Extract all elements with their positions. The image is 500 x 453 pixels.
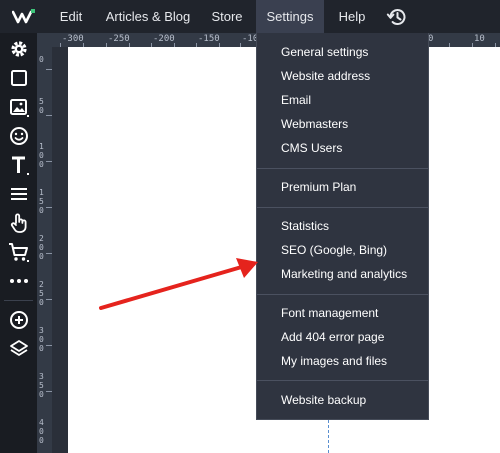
menu-articles-blog[interactable]: Articles & Blog <box>100 0 196 33</box>
menu-item-general-settings[interactable]: General settings <box>257 41 428 63</box>
menu-settings[interactable]: Settings <box>256 0 324 33</box>
menu-item-add-404-page[interactable]: Add 404 error page <box>257 326 428 348</box>
menu-divider <box>257 168 428 169</box>
menu-lines-icon[interactable] <box>7 182 31 206</box>
menu-item-marketing-analytics[interactable]: Marketing and analytics <box>257 263 428 285</box>
vruler-label: 400 <box>39 418 44 445</box>
canvas-gutter <box>52 47 68 453</box>
vruler-label: 150 <box>39 188 44 215</box>
menu-item-my-images-files[interactable]: My images and files <box>257 350 428 372</box>
menu-help[interactable]: Help <box>332 0 372 33</box>
hruler-label: -150 <box>198 34 220 44</box>
menu-divider <box>257 380 428 381</box>
menu-item-premium-plan[interactable]: Premium Plan <box>257 176 428 198</box>
vruler-label: 350 <box>39 372 44 399</box>
cart-icon[interactable] <box>7 240 31 264</box>
menu-item-font-management[interactable]: Font management <box>257 302 428 324</box>
menu-divider <box>257 207 428 208</box>
square-icon[interactable] <box>7 66 31 90</box>
menu-item-website-address[interactable]: Website address <box>257 65 428 87</box>
menu-item-email[interactable]: Email <box>257 89 428 111</box>
text-icon[interactable] <box>7 153 31 177</box>
menu-item-webmasters[interactable]: Webmasters <box>257 113 428 135</box>
red-arrow-annotation <box>99 258 258 310</box>
top-menu-bar: Edit Articles & Blog Store Settings Help <box>0 0 500 33</box>
settings-dropdown: General settings Website address Email W… <box>256 33 429 420</box>
menu-item-website-backup[interactable]: Website backup <box>257 389 428 411</box>
vruler-label: 200 <box>39 234 44 261</box>
vruler-label: 0 <box>39 55 44 64</box>
hruler-label: -300 <box>62 34 84 44</box>
left-toolbar <box>0 33 37 453</box>
hruler-label: -250 <box>108 34 130 44</box>
history-icon[interactable] <box>386 6 408 28</box>
more-icon[interactable] <box>7 269 31 293</box>
vruler-label: 100 <box>39 142 44 169</box>
hruler-label: -200 <box>153 34 175 44</box>
image-icon[interactable] <box>7 95 31 119</box>
hand-pointer-icon[interactable] <box>7 211 31 235</box>
smiley-icon[interactable] <box>7 124 31 148</box>
vruler-label: 50 <box>39 97 44 115</box>
vruler-label: 300 <box>39 326 44 353</box>
hruler-label: 10 <box>474 34 485 44</box>
menu-divider <box>257 294 428 295</box>
vertical-ruler: 0 50 100 150 200 250 300 350 400 <box>37 33 52 453</box>
vruler-label: 250 <box>39 280 44 307</box>
layers-icon[interactable] <box>7 337 31 361</box>
add-circle-icon[interactable] <box>7 308 31 332</box>
menu-store[interactable]: Store <box>204 0 250 33</box>
logo-icon[interactable] <box>12 8 36 26</box>
menu-item-statistics[interactable]: Statistics <box>257 215 428 237</box>
toolbar-divider <box>4 300 33 301</box>
menu-item-cms-users[interactable]: CMS Users <box>257 137 428 159</box>
menu-edit[interactable]: Edit <box>52 0 90 33</box>
gear-icon[interactable] <box>7 37 31 61</box>
menu-item-seo[interactable]: SEO (Google, Bing) <box>257 239 428 261</box>
